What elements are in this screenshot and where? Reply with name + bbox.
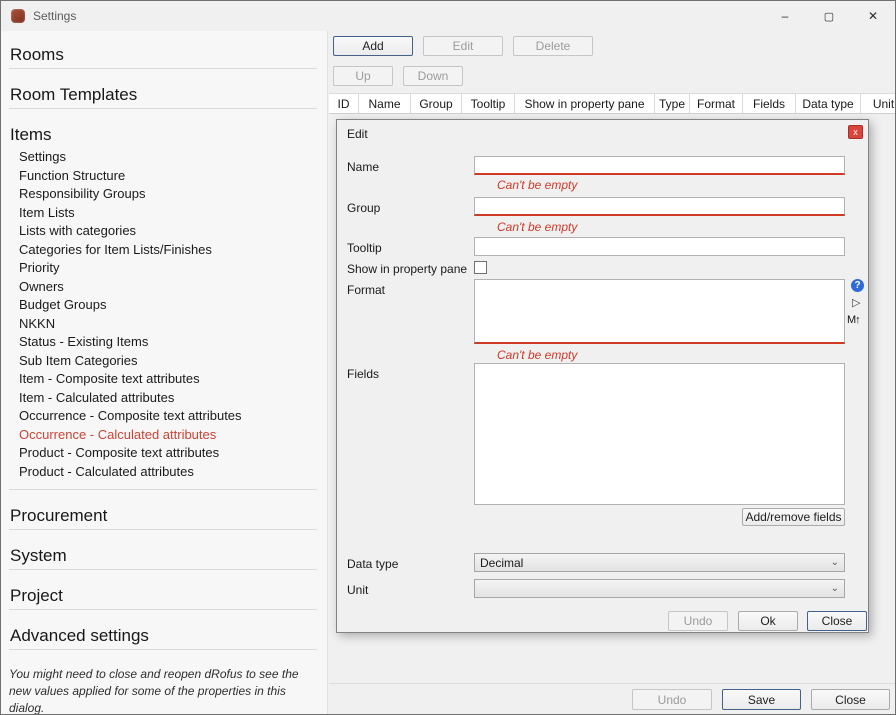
- sidebar-item-sub-item-categories[interactable]: Sub Item Categories: [9, 352, 319, 371]
- sidebar-item-item-composite-text-attributes[interactable]: Item - Composite text attributes: [9, 370, 319, 389]
- dialog-ok-button[interactable]: Ok: [738, 611, 798, 631]
- edit-button[interactable]: Edit: [423, 36, 503, 56]
- maximize-button[interactable]: ▢: [807, 1, 851, 31]
- sidebar-item-item-lists[interactable]: Item Lists: [9, 204, 319, 223]
- chevron-down-icon: ⌄: [831, 584, 839, 594]
- separator: [9, 68, 317, 69]
- items-subsection-list: Settings Function Structure Responsibili…: [9, 148, 319, 481]
- format-validation-error: Can't be empty: [497, 348, 577, 362]
- nav-section-procurement[interactable]: Procurement: [10, 506, 319, 526]
- minimize-button[interactable]: –: [763, 1, 807, 31]
- close-button[interactable]: ✕: [851, 1, 895, 31]
- sidebar-item-product-calculated-attributes[interactable]: Product - Calculated attributes: [9, 463, 319, 482]
- title-bar: Settings – ▢ ✕: [1, 1, 895, 31]
- format-label: Format: [347, 283, 385, 297]
- nav-section-advanced-settings[interactable]: Advanced settings: [10, 626, 319, 646]
- group-label: Group: [347, 201, 380, 215]
- sidebar-item-occurrence-calculated-attributes[interactable]: Occurrence - Calculated attributes: [9, 426, 319, 445]
- attributes-table-header: ID Name Group Tooltip Show in property p…: [329, 93, 896, 114]
- sidebar-item-priority[interactable]: Priority: [9, 259, 319, 278]
- group-field[interactable]: [474, 197, 845, 216]
- fields-textarea[interactable]: [474, 363, 845, 505]
- footer-save-button[interactable]: Save: [722, 689, 801, 710]
- add-remove-fields-button[interactable]: Add/remove fields: [742, 508, 845, 526]
- separator: [9, 529, 317, 530]
- unit-label: Unit: [347, 583, 368, 597]
- help-icon[interactable]: ?: [851, 279, 864, 292]
- dialog-undo-button[interactable]: Undo: [668, 611, 728, 631]
- nav-section-items[interactable]: Items: [10, 125, 319, 145]
- separator: [9, 649, 317, 650]
- sidebar-item-occurrence-composite-text-attributes[interactable]: Occurrence - Composite text attributes: [9, 407, 319, 426]
- dialog-close-icon[interactable]: x: [848, 125, 863, 139]
- settings-window: Settings – ▢ ✕ Rooms Room Templates Item…: [0, 0, 896, 715]
- sidebar-item-function-structure[interactable]: Function Structure: [9, 167, 319, 186]
- column-header-type[interactable]: Type: [655, 94, 690, 113]
- data-type-select[interactable]: Decimal ⌄: [474, 553, 845, 572]
- edit-dialog-title: Edit: [347, 127, 368, 141]
- column-header-data-type[interactable]: Data type: [796, 94, 861, 113]
- up-button[interactable]: Up: [333, 66, 393, 86]
- dialog-close-button[interactable]: Close: [807, 611, 867, 631]
- data-type-selected-value: Decimal: [480, 556, 523, 570]
- sidebar-item-responsibility-groups[interactable]: Responsibility Groups: [9, 185, 319, 204]
- sidebar-item-owners[interactable]: Owners: [9, 278, 319, 297]
- sidebar-item-nkkn[interactable]: NKKN: [9, 315, 319, 334]
- column-header-unit[interactable]: Unit: [861, 94, 896, 113]
- settings-nav-sidebar: Rooms Room Templates Items Settings Func…: [1, 31, 328, 714]
- column-header-group[interactable]: Group: [411, 94, 462, 113]
- nav-section-project[interactable]: Project: [10, 586, 319, 606]
- column-header-show-in-property-pane[interactable]: Show in property pane: [515, 94, 655, 113]
- separator: [9, 108, 317, 109]
- window-title: Settings: [33, 9, 76, 23]
- format-textarea[interactable]: [474, 279, 845, 344]
- column-header-name[interactable]: Name: [359, 94, 411, 113]
- unit-select[interactable]: ⌄: [474, 579, 845, 598]
- down-button[interactable]: Down: [403, 66, 463, 86]
- name-validation-error: Can't be empty: [497, 178, 577, 192]
- name-label: Name: [347, 160, 379, 174]
- show-in-property-pane-label: Show in property pane: [347, 262, 467, 276]
- footer-close-button[interactable]: Close: [811, 689, 890, 710]
- restart-note: You might need to close and reopen dRofu…: [9, 666, 319, 714]
- nav-section-rooms[interactable]: Rooms: [10, 45, 319, 65]
- window-controls: – ▢ ✕: [763, 1, 895, 31]
- sidebar-item-categories-for-item-lists-finishes[interactable]: Categories for Item Lists/Finishes: [9, 241, 319, 260]
- fields-label: Fields: [347, 367, 379, 381]
- tooltip-field[interactable]: [474, 237, 845, 256]
- tooltip-label: Tooltip: [347, 241, 382, 255]
- sidebar-item-item-calculated-attributes[interactable]: Item - Calculated attributes: [9, 389, 319, 408]
- edit-dialog: Edit x Name Can't be empty Group Can't b…: [336, 119, 869, 633]
- column-header-tooltip[interactable]: Tooltip: [462, 94, 515, 113]
- nav-section-room-templates[interactable]: Room Templates: [10, 85, 319, 105]
- column-header-format[interactable]: Format: [690, 94, 743, 113]
- nav-section-system[interactable]: System: [10, 546, 319, 566]
- sidebar-item-settings[interactable]: Settings: [9, 148, 319, 167]
- name-field[interactable]: [474, 156, 845, 175]
- column-header-id[interactable]: ID: [329, 94, 359, 113]
- sidebar-item-status-existing-items[interactable]: Status - Existing Items: [9, 333, 319, 352]
- move-up-icon[interactable]: M↑: [847, 314, 860, 326]
- add-button[interactable]: Add: [333, 36, 413, 56]
- delete-button[interactable]: Delete: [513, 36, 593, 56]
- separator: [9, 569, 317, 570]
- sidebar-item-product-composite-text-attributes[interactable]: Product - Composite text attributes: [9, 444, 319, 463]
- expand-arrow-icon[interactable]: ▷: [852, 296, 860, 309]
- app-logo-icon: [11, 9, 25, 23]
- group-validation-error: Can't be empty: [497, 220, 577, 234]
- data-type-label: Data type: [347, 557, 398, 571]
- separator: [9, 609, 317, 610]
- column-header-fields[interactable]: Fields: [743, 94, 796, 113]
- separator: [9, 489, 317, 490]
- footer-undo-button[interactable]: Undo: [632, 689, 712, 710]
- separator: [329, 683, 895, 684]
- sidebar-item-lists-with-categories[interactable]: Lists with categories: [9, 222, 319, 241]
- sidebar-item-budget-groups[interactable]: Budget Groups: [9, 296, 319, 315]
- show-in-property-pane-checkbox[interactable]: [474, 261, 487, 274]
- chevron-down-icon: ⌄: [831, 558, 839, 568]
